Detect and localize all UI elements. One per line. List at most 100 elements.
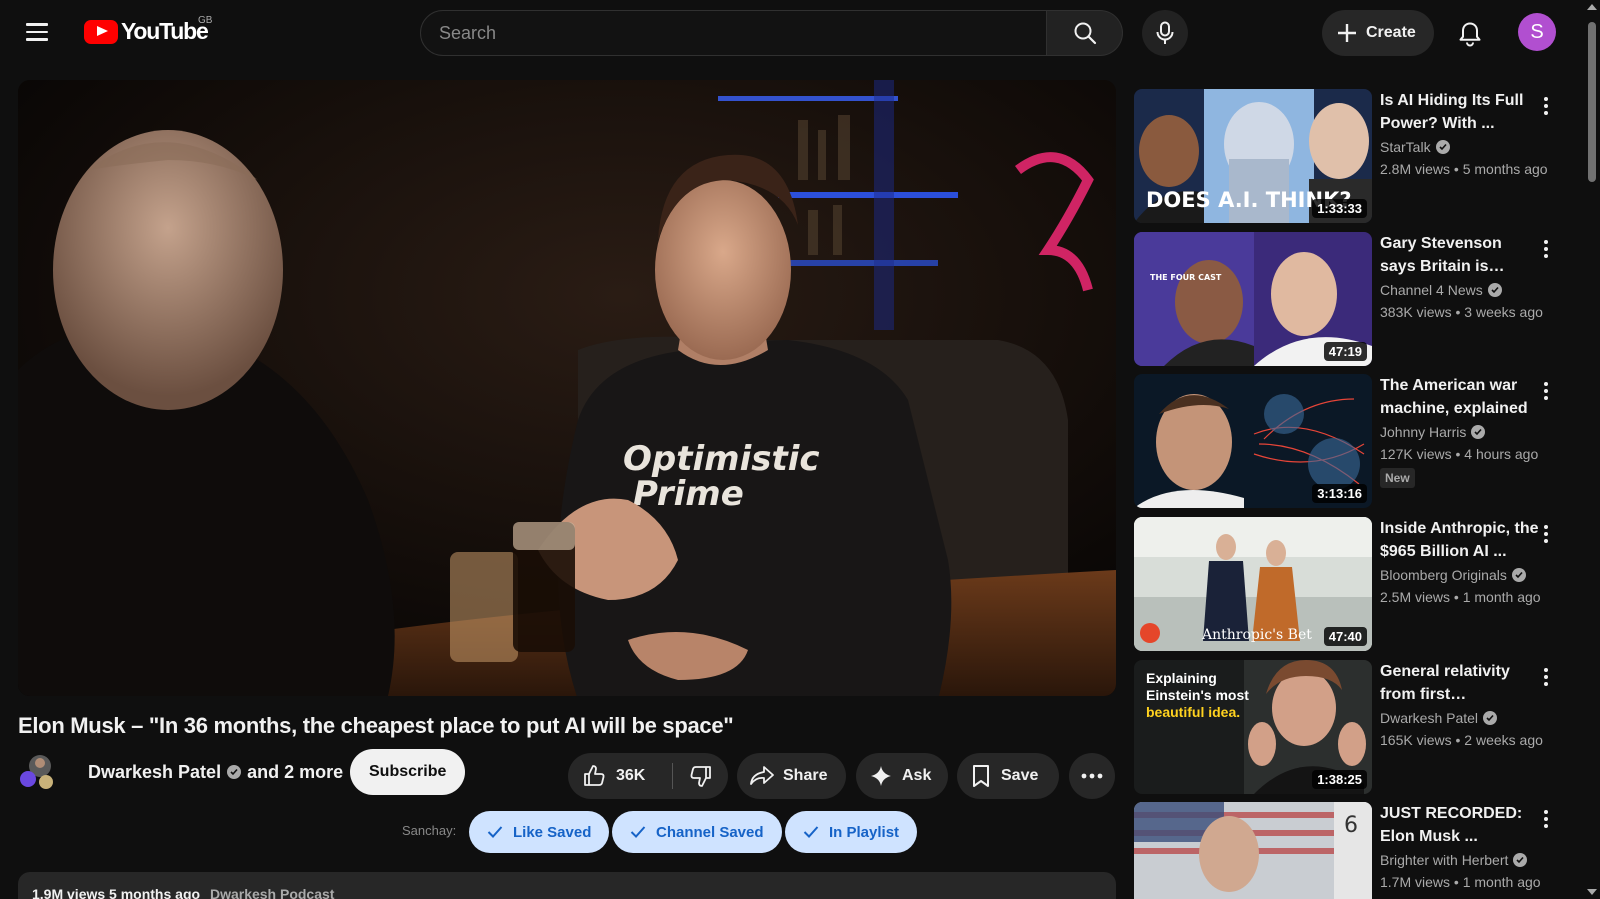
thumb-text-line-3: beautiful idea. (1146, 704, 1241, 720)
logo-text: YouTube (121, 18, 209, 44)
thumbs-up-icon (584, 765, 605, 786)
extension-label: Sanchay: (402, 823, 457, 838)
channel-link[interactable]: Channel 4 News (1380, 282, 1540, 298)
recommendation-item[interactable]: 3:13:16 The American war machine, explai… (1134, 374, 1562, 508)
channel-avatar-stack[interactable] (18, 752, 58, 792)
notifications-button[interactable] (1450, 14, 1490, 54)
verified-icon (227, 765, 242, 779)
upload-age: 1 month ago (1462, 589, 1541, 605)
video-info: Inside Anthropic, the $965 Billion AI ..… (1380, 517, 1541, 605)
more-vertical-icon[interactable] (1536, 806, 1556, 832)
channel-link[interactable]: Dwarkesh Patel (1380, 710, 1540, 726)
video-title[interactable]: Inside Anthropic, the $965 Billion AI ..… (1380, 517, 1540, 563)
more-horizontal-icon (1081, 773, 1103, 779)
recommendation-item[interactable]: 6 JUST RECORDED: Elon Musk ... Brighter … (1134, 802, 1562, 899)
video-duration: 47:19 (1323, 342, 1367, 361)
video-thumbnail[interactable]: Explaining Einstein's most beautiful ide… (1134, 660, 1372, 794)
shirt-text-2: Prime (633, 474, 744, 514)
view-count: 1.7M views (1380, 874, 1451, 890)
ask-button[interactable]: Ask (856, 753, 948, 799)
collab-text: and 2 more (247, 761, 344, 782)
check-icon (487, 826, 503, 838)
video-thumbnail[interactable]: THE FOUR CAST 47:19 (1134, 232, 1372, 366)
video-duration: 3:13:16 (1312, 484, 1367, 503)
video-info: General relativity from first principles… (1380, 660, 1543, 748)
channel-saved-chip[interactable]: Channel Saved (612, 811, 782, 853)
search-box (420, 10, 1047, 56)
share-label: Share (783, 767, 828, 784)
create-button[interactable]: Create (1322, 10, 1434, 56)
ask-label: Ask (902, 767, 932, 784)
video-player[interactable]: Optimistic Prime (18, 80, 1116, 696)
save-button[interactable]: Save (957, 753, 1059, 799)
channel-link[interactable]: Johnny Harris (1380, 424, 1540, 440)
thumb-caption: Anthropic's Bet (1202, 627, 1312, 643)
subscribe-button[interactable]: Subscribe (350, 749, 466, 795)
scrollbar-thumb[interactable] (1588, 22, 1596, 182)
search-bar (420, 10, 1123, 56)
search-button[interactable] (1047, 10, 1123, 56)
account-avatar[interactable]: S (1518, 13, 1556, 51)
more-vertical-icon[interactable] (1536, 236, 1556, 262)
video-thumbnail[interactable]: 47:40 Anthropic's Bet (1134, 517, 1372, 651)
share-button[interactable]: Share (737, 753, 846, 799)
video-thumbnail[interactable]: DOES A.I. THINK? 1:33:33 (1134, 89, 1372, 223)
thumbnail-image: 6 (1134, 802, 1372, 899)
recommendation-item[interactable]: Explaining Einstein's most beautiful ide… (1134, 660, 1562, 794)
like-button[interactable]: 36K (568, 753, 672, 799)
more-vertical-icon[interactable] (1536, 93, 1556, 119)
video-title: Elon Musk – "In 36 months, the cheapest … (18, 713, 734, 738)
video-title[interactable]: The American war machine, explained (1380, 374, 1540, 420)
sparkle-icon (871, 766, 891, 786)
more-vertical-icon[interactable] (1536, 521, 1556, 547)
video-meta: 1.7M views • 1 month ago (1380, 874, 1541, 890)
in-playlist-chip[interactable]: In Playlist (785, 811, 918, 853)
masthead: YouTube GB Create S (0, 0, 1580, 64)
video-thumbnail[interactable]: 3:13:16 (1134, 374, 1372, 508)
more-vertical-icon[interactable] (1536, 664, 1556, 690)
verified-icon (1513, 853, 1528, 867)
video-title[interactable]: Gary Stevenson says Britain is FINISHED … (1380, 232, 1540, 278)
upload-age: 4 hours ago (1464, 446, 1539, 462)
view-count: 383K views (1380, 304, 1452, 320)
video-info: Is AI Hiding Its Full Power? With ... St… (1380, 89, 1548, 177)
channel-name: Johnny Harris (1380, 424, 1467, 440)
video-title[interactable]: General relativity from first principles… (1380, 660, 1540, 706)
video-title[interactable]: JUST RECORDED: Elon Musk ... (1380, 802, 1540, 848)
search-input[interactable] (439, 22, 1046, 44)
recommendation-item[interactable]: DOES A.I. THINK? 1:33:33 Is AI Hiding It… (1134, 89, 1562, 223)
upload-age: 2 weeks ago (1464, 732, 1543, 748)
channel-name: Dwarkesh Patel (88, 761, 222, 782)
more-actions-button[interactable] (1069, 753, 1115, 799)
more-vertical-icon[interactable] (1536, 378, 1556, 404)
channel-name: Dwarkesh Patel (1380, 710, 1479, 726)
description-box[interactable]: 1.9M views 5 months ago Dwarkesh Podcast (18, 872, 1116, 899)
video-thumbnail[interactable]: 6 (1134, 802, 1372, 899)
scroll-down-arrow[interactable] (1587, 889, 1597, 895)
channel-name-link[interactable]: Dwarkesh Patel and 2 more (88, 762, 343, 783)
save-label: Save (1001, 767, 1039, 784)
channel-name: Channel 4 News (1380, 282, 1483, 298)
channel-link[interactable]: StarTalk (1380, 139, 1540, 155)
recommendation-item[interactable]: THE FOUR CAST 47:19 Gary Stevenson says … (1134, 232, 1562, 366)
video-duration: 47:40 (1323, 627, 1367, 646)
youtube-logo[interactable]: YouTube GB (84, 15, 212, 45)
channel-link[interactable]: Bloomberg Originals (1380, 567, 1540, 583)
like-saved-chip[interactable]: Like Saved (469, 811, 610, 853)
menu-icon[interactable] (26, 18, 58, 46)
check-icon (803, 826, 819, 838)
video-duration: 1:33:33 (1312, 199, 1367, 218)
bell-icon (1459, 22, 1481, 47)
dislike-button[interactable] (673, 753, 728, 799)
thumb-text: THE FOUR CAST (1150, 273, 1222, 282)
recommendation-item[interactable]: 47:40 Anthropic's Bet Inside Anthropic, … (1134, 517, 1562, 651)
channel-link[interactable]: Brighter with Herbert (1380, 852, 1540, 868)
voice-search-button[interactable] (1142, 10, 1188, 56)
search-icon (1074, 22, 1096, 45)
page-scrollbar[interactable] (1584, 0, 1600, 899)
video-title[interactable]: Is AI Hiding Its Full Power? With ... (1380, 89, 1540, 135)
create-label: Create (1366, 24, 1416, 41)
thumb-text: 6 (1344, 813, 1358, 838)
verified-icon (1487, 283, 1502, 297)
scroll-up-arrow[interactable] (1587, 4, 1597, 10)
